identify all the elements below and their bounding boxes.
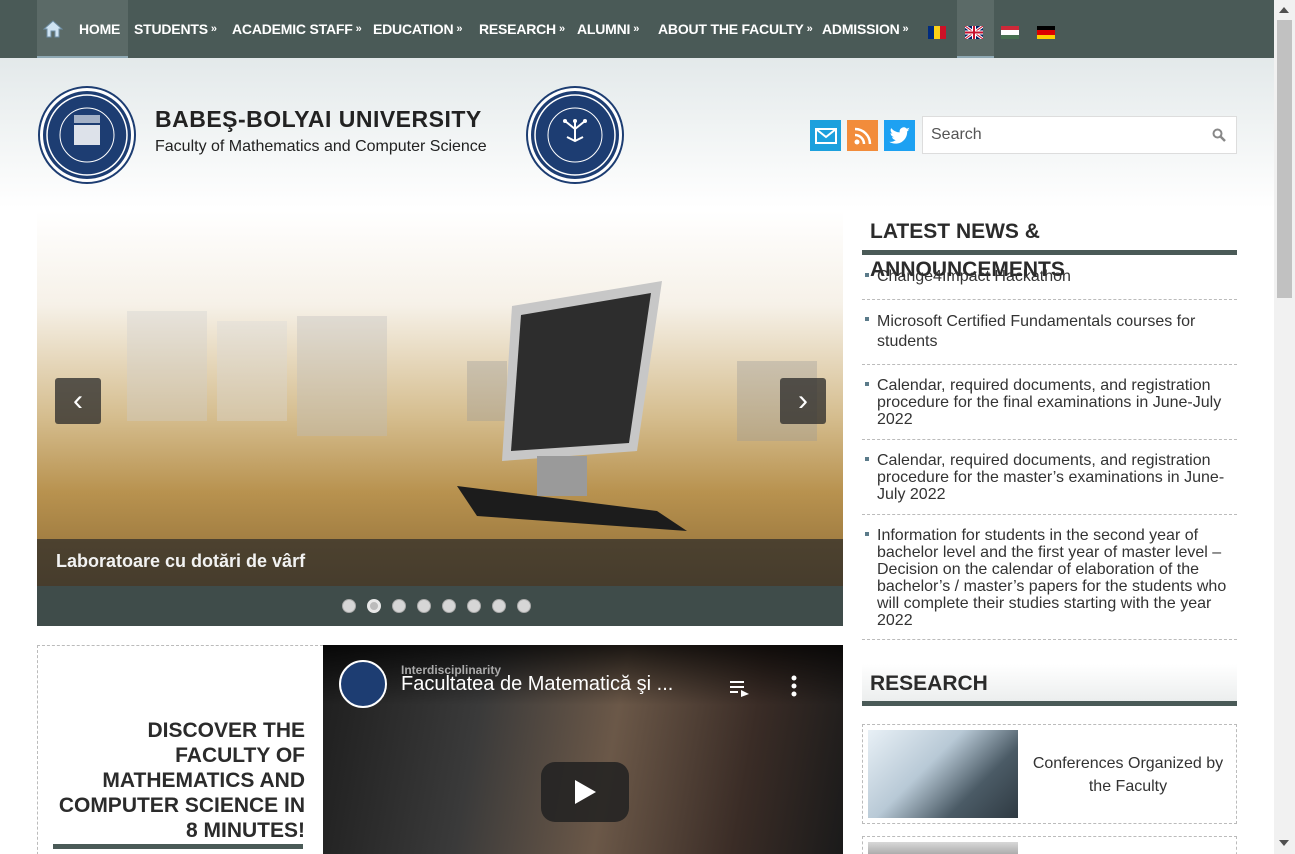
nav-academic-staff[interactable]: ACADEMIC STAFF» <box>232 0 362 58</box>
bullet-icon <box>865 382 869 386</box>
news-item[interactable]: Calendar, required documents, and regist… <box>862 365 1237 440</box>
research-section-title: RESEARCH <box>862 664 1237 706</box>
video-title[interactable]: Facultatea de Matematică şi ... <box>401 673 673 696</box>
slide-caption-bar: Laboratoare cu dotări de vârf <box>37 539 843 586</box>
news-item[interactable]: Change4Impact Hackathon <box>862 256 1237 300</box>
nav-home[interactable]: HOME <box>79 0 120 58</box>
nav-alumni[interactable]: ALUMNI» <box>577 0 639 58</box>
news-item[interactable]: Information for students in the second y… <box>862 515 1237 640</box>
playlist-icon[interactable] <box>729 679 751 697</box>
slider-dot[interactable] <box>417 599 431 613</box>
news-list: Change4Impact Hackathon Microsoft Certif… <box>862 256 1237 640</box>
slider-prev-button[interactable]: ‹ <box>55 378 101 424</box>
play-icon <box>575 780 596 804</box>
slide-image <box>37 211 843 586</box>
page-scrollbar[interactable] <box>1274 0 1295 854</box>
home-icon[interactable] <box>43 0 63 58</box>
nav-education[interactable]: EDUCATION» <box>373 0 463 58</box>
slide-caption: Laboratoare cu dotări de vârf <box>56 551 306 571</box>
university-logo[interactable] <box>40 88 134 182</box>
slider-dot[interactable] <box>492 599 506 613</box>
slider-dot[interactable] <box>367 599 381 613</box>
bullet-icon <box>865 532 869 536</box>
research-card[interactable]: Conferences Organized by the Faculty <box>862 724 1237 824</box>
bullet-icon <box>865 317 869 321</box>
slider-dot[interactable] <box>392 599 406 613</box>
german-flag-icon[interactable] <box>1037 26 1055 39</box>
nav-research[interactable]: RESEARCH» <box>479 0 565 58</box>
nav-students[interactable]: STUDENTS» <box>134 0 217 58</box>
research-card[interactable] <box>862 836 1237 854</box>
image-slider[interactable]: Laboratoare cu dotări de vârf ‹ › <box>37 211 843 626</box>
discover-panel: DISCOVER THE FACULTY OF MATHEMATICS AND … <box>37 645 323 854</box>
nav-about-the-faculty[interactable]: ABOUT THE FACULTY» <box>658 0 813 58</box>
faculty-logo[interactable] <box>528 88 622 182</box>
bullet-icon <box>865 273 869 277</box>
slider-next-button[interactable]: › <box>780 378 826 424</box>
hungarian-flag-icon[interactable] <box>1001 26 1019 39</box>
scroll-up-arrow-icon[interactable] <box>1279 7 1289 13</box>
search-box <box>922 116 1237 154</box>
email-icon[interactable] <box>810 120 841 151</box>
news-section-title: LATEST NEWS & ANNOUNCEMENTS <box>862 213 1237 281</box>
slider-dot[interactable] <box>442 599 456 613</box>
scroll-down-arrow-icon[interactable] <box>1279 840 1289 846</box>
english-flag-icon[interactable] <box>965 26 983 39</box>
chevron-left-icon: ‹ <box>73 384 83 417</box>
slider-dot[interactable] <box>467 599 481 613</box>
rss-icon[interactable] <box>847 120 878 151</box>
search-input[interactable] <box>923 117 1203 153</box>
youtube-video-embed[interactable]: Interdisciplinarity Facultatea de Matema… <box>323 645 843 854</box>
play-button[interactable] <box>541 762 629 822</box>
nav-admission[interactable]: ADMISSION» <box>822 0 909 58</box>
scroll-thumb[interactable] <box>1277 20 1292 298</box>
discover-underline <box>53 844 303 849</box>
discover-heading: DISCOVER THE FACULTY OF MATHEMATICS AND … <box>58 719 305 842</box>
top-navigation: HOME STUDENTS» ACADEMIC STAFF» EDUCATION… <box>0 0 1274 58</box>
romanian-flag-icon[interactable] <box>928 26 946 39</box>
news-item[interactable]: Calendar, required documents, and regist… <box>862 440 1237 515</box>
news-item[interactable]: Microsoft Certified Fundamentals courses… <box>862 300 1237 365</box>
conference-thumbnail <box>868 730 1018 818</box>
slider-dot[interactable] <box>517 599 531 613</box>
slider-dot[interactable] <box>342 599 356 613</box>
research-card-label: Conferences Organized by the Faculty <box>1032 755 1224 795</box>
chevron-right-icon: › <box>798 384 808 417</box>
faculty-name: Faculty of Mathematics and Computer Scie… <box>155 138 487 155</box>
university-name: BABEŞ-BOLYAI UNIVERSITY <box>155 106 482 132</box>
twitter-icon[interactable] <box>884 120 915 151</box>
channel-logo[interactable] <box>339 660 387 708</box>
research-thumbnail <box>868 842 1018 854</box>
more-options-icon[interactable] <box>791 675 797 697</box>
search-icon[interactable] <box>1212 128 1226 142</box>
bullet-icon <box>865 457 869 461</box>
